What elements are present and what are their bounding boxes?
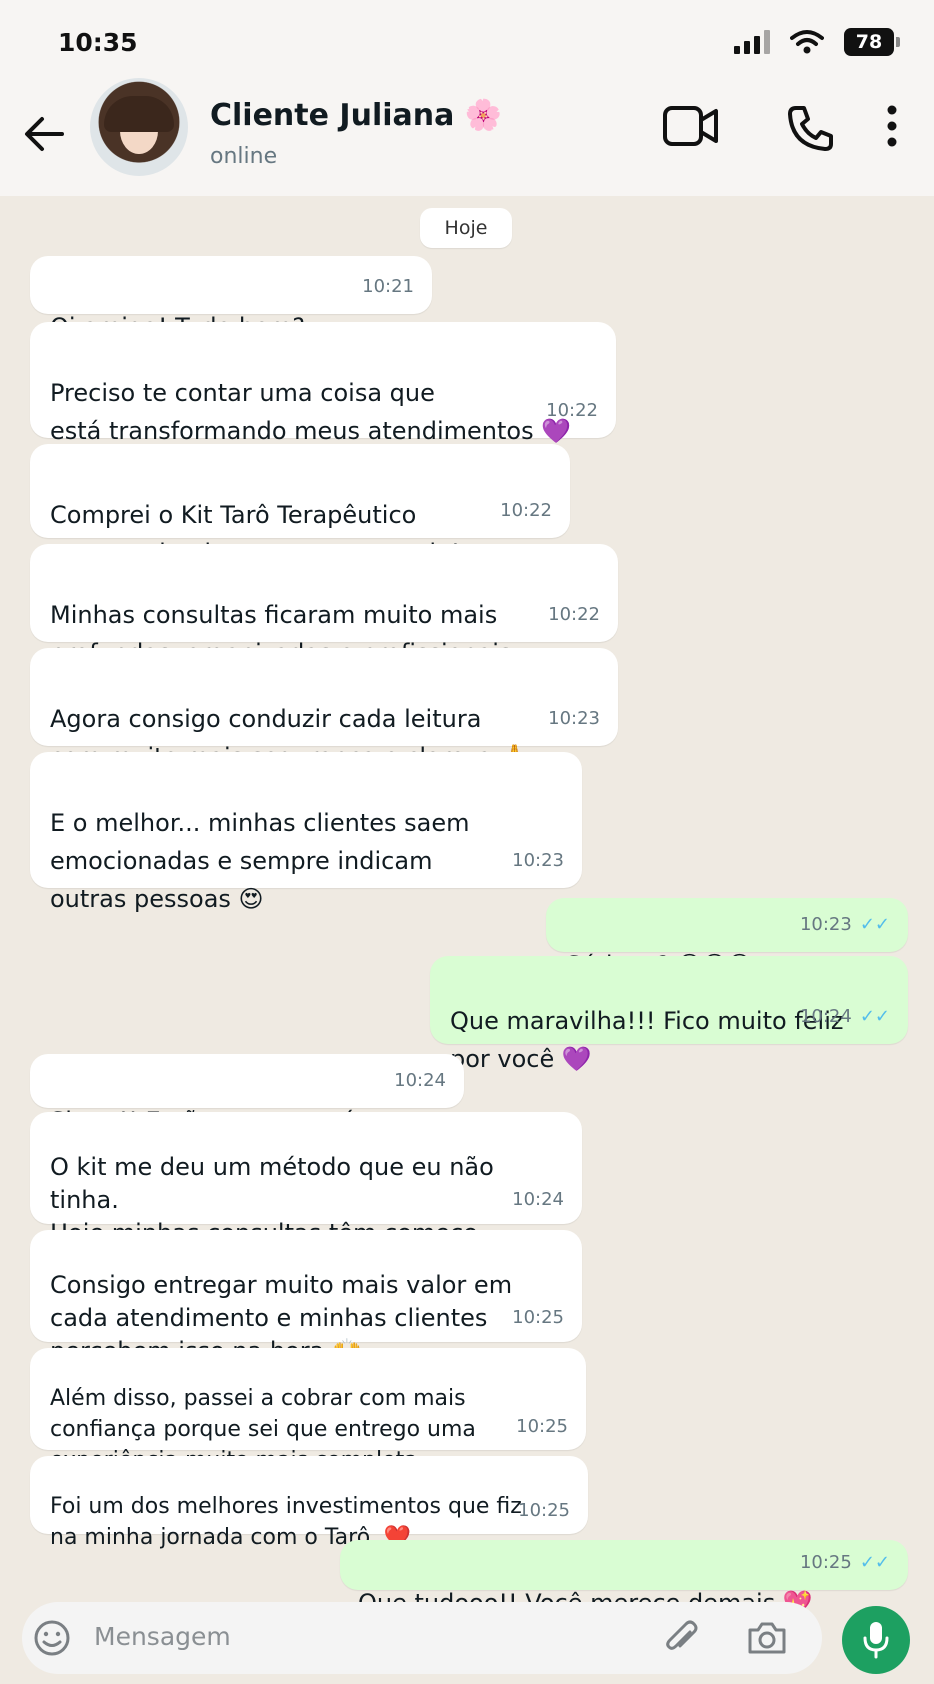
message-bubble-in[interactable]: Além disso, passei a cobrar com mais con… [30,1348,586,1473]
camera-icon[interactable] [746,1618,788,1658]
back-arrow-icon[interactable] [22,112,66,156]
message-bubble-in[interactable]: Comprei o Kit Tarô Terapêutico e estou s… [30,444,570,567]
message-bubble-in[interactable]: Oi amiga! Tudo bem? 10:21 [30,256,432,341]
read-receipt-icon: ✓✓ [859,1552,890,1573]
message-time: 10:24 [799,1006,852,1027]
battery-indicator: 78 [844,28,900,56]
message-input[interactable]: Mensagem [94,1622,231,1651]
message-bubble-in[interactable]: Consigo entregar muito mais valor em cad… [30,1230,582,1365]
message-time: 10:23 [512,850,564,871]
message-bubble-in[interactable]: Minhas consultas ficaram muito mais prof… [30,544,618,667]
message-time: 10:22 [500,500,552,521]
read-receipt-icon: ✓✓ [859,1006,890,1027]
message-time: 10:23 [799,914,852,935]
read-receipt-icon: ✓✓ [859,914,890,935]
message-text: Preciso te contar uma coisa que está tra… [50,379,572,445]
message-bubble-out[interactable]: Que maravilha!!! Fico muito feliz por vo… [430,956,908,1073]
message-bubble-in[interactable]: E o melhor... minhas clientes saem emoci… [30,752,582,913]
date-chip: Hoje [420,208,512,248]
message-bubble-in[interactable]: Simm!! E não para por aí... 10:24 [30,1054,464,1135]
message-time: 10:25 [516,1416,568,1437]
message-time: 10:21 [362,276,414,297]
status-icons: 78 [734,28,900,56]
message-bubble-in[interactable]: O kit me deu um método que eu não tinha.… [30,1112,582,1280]
message-time: 10:25 [518,1500,570,1521]
phone-icon[interactable] [786,104,834,152]
emoji-icon[interactable] [32,1618,72,1658]
message-bubble-out[interactable]: Sériooo? 😍😍😍 10:23 ✓✓ [546,898,908,979]
more-options-icon[interactable] [882,104,902,148]
message-time: 10:25 [799,1552,852,1573]
message-time: 10:23 [548,708,600,729]
contact-name[interactable]: Cliente Juliana 🌸 [210,98,502,133]
video-call-icon[interactable] [662,104,720,148]
message-bubble-in[interactable]: Preciso te contar uma coisa que está tra… [30,322,616,445]
signal-icon [734,30,770,54]
mic-icon [863,1622,889,1659]
message-text: E o melhor... minhas clientes saem emoci… [50,809,470,913]
avatar[interactable] [90,78,188,176]
mic-button[interactable] [842,1606,910,1674]
top-bar: 10:35 78 Cliente Juliana 🌸 online [0,0,934,196]
attach-icon[interactable] [662,1618,702,1658]
message-composer[interactable]: Mensagem [22,1602,822,1674]
message-bubble-in[interactable]: Agora consigo conduzir cada leitura com … [30,648,618,771]
chat-area[interactable]: Hoje Oi amiga! Tudo bem? 10:21 Preciso t… [0,196,934,1617]
message-time: 10:24 [394,1070,446,1091]
message-bubble-in[interactable]: Foi um dos melhores investimentos que fi… [30,1456,588,1550]
wifi-icon [790,30,824,54]
message-time: 10:24 [512,1189,564,1210]
message-time: 10:25 [512,1307,564,1328]
contact-status: online [210,144,278,169]
message-time: 10:22 [546,400,598,421]
message-time: 10:22 [548,604,600,625]
status-time: 10:35 [58,28,138,57]
message-bubble-out[interactable]: Que tudooo!! Você merece demais 💖 10:25 … [340,1540,908,1617]
